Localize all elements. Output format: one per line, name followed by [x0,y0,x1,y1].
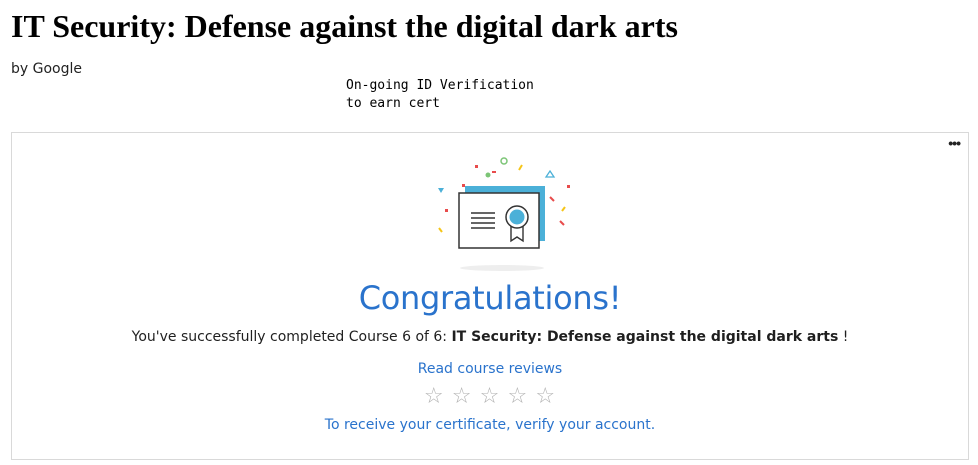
certificate-icon [438,157,570,271]
page-title: IT Security: Defense against the digital… [11,8,678,44]
star-icon-2[interactable]: ☆ [452,383,473,408]
course-name: IT Security: Defense against the digital… [451,329,839,345]
id-note-line-1: On-going ID Verification [346,78,534,93]
star-rating[interactable]: ☆ ☆ ☆ ☆ ☆ [12,383,968,409]
verify-account-link[interactable]: To receive your certificate, verify your… [12,417,968,433]
byline: by Google [11,61,82,77]
read-reviews-link[interactable]: Read course reviews [12,361,968,377]
more-options-icon[interactable]: ••• [948,136,961,150]
star-icon-1[interactable]: ☆ [424,383,445,408]
congratulations-heading: Congratulations! [358,279,622,317]
star-icon-5[interactable]: ☆ [535,383,556,408]
id-note-line-2: to earn cert [346,96,440,111]
completion-card: ••• Congratulations! You've successfully… [11,132,969,460]
star-icon-3[interactable]: ☆ [480,383,501,408]
completion-suffix: ! [838,329,849,345]
star-icon-4[interactable]: ☆ [507,383,528,408]
id-verification-note: On-going ID Verification to earn cert [346,77,534,113]
completion-prefix: You've successfully completed Course 6 o… [131,329,452,345]
completion-message: You've successfully completed Course 6 o… [12,329,968,345]
